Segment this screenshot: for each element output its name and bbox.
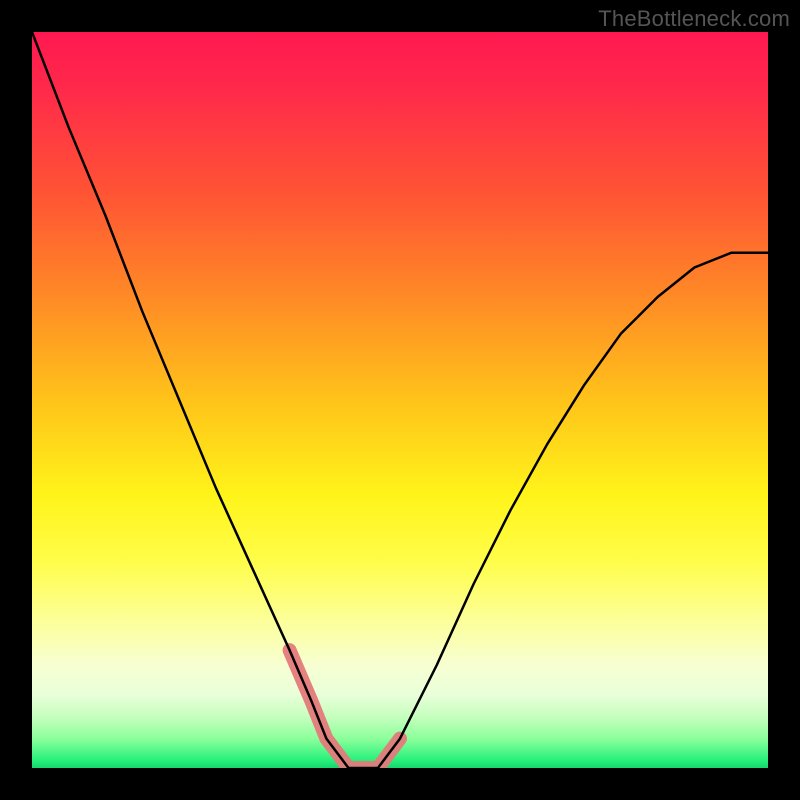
highlight-segment	[290, 650, 400, 768]
chart-frame: TheBottleneck.com	[0, 0, 800, 800]
watermark-text: TheBottleneck.com	[598, 6, 790, 32]
main-curve	[32, 32, 768, 768]
curve-layer	[32, 32, 768, 768]
plot-area	[32, 32, 768, 768]
